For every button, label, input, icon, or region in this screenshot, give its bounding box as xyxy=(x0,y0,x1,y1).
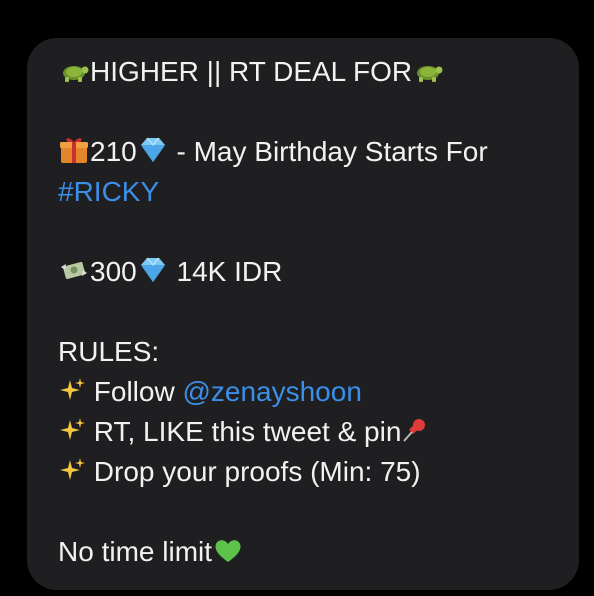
turtle-icon xyxy=(412,55,444,85)
rule-item-proofs: Drop your proofs (Min: 75) xyxy=(58,452,559,492)
pushpin-icon xyxy=(401,415,429,445)
deal2-amount: 300 xyxy=(90,256,137,287)
sparkles-icon xyxy=(58,455,86,485)
deal1-description: - May Birthday Starts For xyxy=(168,136,488,167)
title-line: HIGHER || RT DEAL FOR xyxy=(58,52,559,92)
rules-heading: RULES: xyxy=(58,332,559,372)
gem-icon xyxy=(137,255,169,285)
deal2-price: 14K IDR xyxy=(168,256,283,287)
rule3-text: Drop your proofs (Min: 75) xyxy=(86,456,421,487)
message-bubble: HIGHER || RT DEAL FOR 210 - May Birthday… xyxy=(27,38,579,590)
ricky-hashtag-link[interactable]: #RICKY xyxy=(58,176,159,207)
deal2-line: 300 14K IDR xyxy=(58,252,559,292)
money-wings-icon xyxy=(58,255,90,285)
turtle-icon xyxy=(58,55,90,85)
deal1-line: 210 - May Birthday Starts For xyxy=(58,132,559,172)
rule-item-follow: Follow @zenayshoon xyxy=(58,372,559,412)
gem-icon xyxy=(137,135,169,165)
gift-icon xyxy=(58,135,90,165)
footer-text: No time limit xyxy=(58,536,213,567)
green-heart-icon xyxy=(212,535,244,565)
title-text: HIGHER || RT DEAL FOR xyxy=(90,56,413,87)
sparkles-icon xyxy=(58,375,86,405)
deal1-amount: 210 xyxy=(90,136,137,167)
footer-line: No time limit xyxy=(58,532,559,572)
rule2-text: RT, LIKE this tweet & pin xyxy=(86,416,402,447)
rule1-text: Follow xyxy=(86,376,183,407)
deal1-hashtag-line: #RICKY xyxy=(58,172,559,212)
sparkles-icon xyxy=(58,415,86,445)
zenayshoon-mention-link[interactable]: @zenayshoon xyxy=(182,376,361,407)
rules-heading-text: RULES: xyxy=(58,336,160,367)
rule-item-retweet: RT, LIKE this tweet & pin xyxy=(58,412,559,452)
